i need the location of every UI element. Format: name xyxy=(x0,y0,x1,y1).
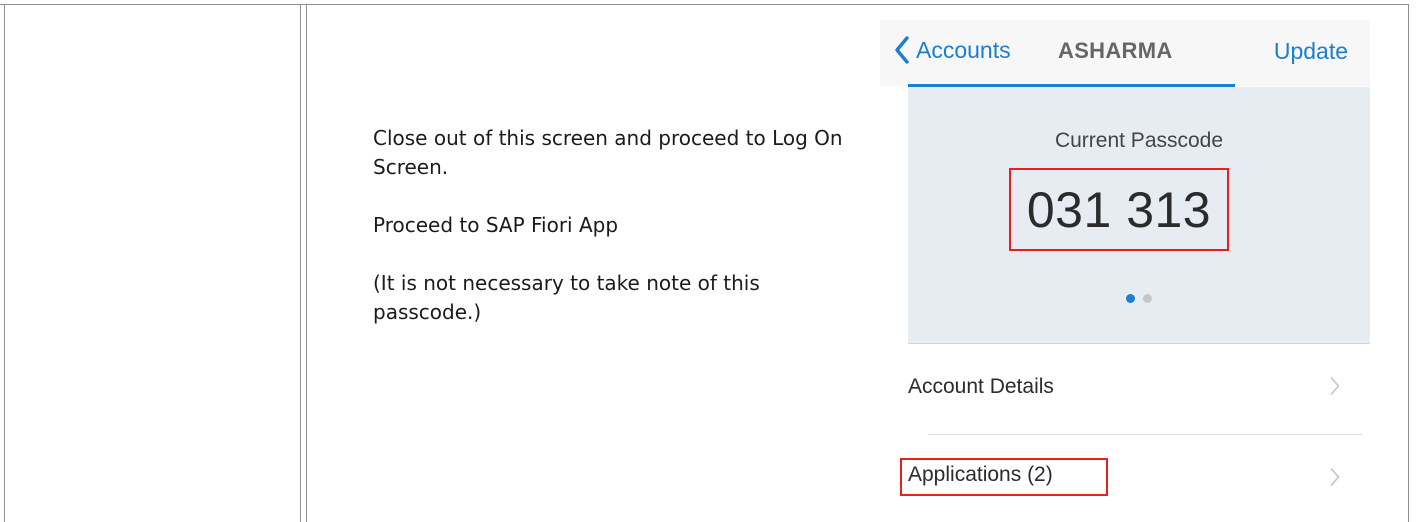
table-border-left xyxy=(4,4,5,522)
navigation-bar: Accounts ASHARMA Update xyxy=(880,20,1370,87)
instruction-text: Close out of this screen and proceed to … xyxy=(373,124,853,356)
instruction-line: Proceed to SAP Fiori App xyxy=(373,213,619,237)
table-border-top xyxy=(0,4,1409,5)
instruction-line: (It is not necessary to take note of thi… xyxy=(373,271,760,324)
chevron-left-icon xyxy=(894,36,910,64)
chevron-right-icon xyxy=(1330,376,1340,401)
table-border-right xyxy=(1408,4,1409,522)
passcode-value: 031 313 xyxy=(1026,181,1212,238)
page-indicator[interactable] xyxy=(908,294,1370,303)
list-item-account-details[interactable]: Account Details xyxy=(908,344,1370,434)
list-item-applications[interactable]: Applications (2) xyxy=(900,435,1370,522)
list-item-label: Account Details xyxy=(908,375,1054,398)
passcode-highlight: 031 313 xyxy=(1009,168,1229,251)
page-dot[interactable] xyxy=(1143,294,1152,303)
authenticator-screenshot: Accounts ASHARMA Update Current Passcode… xyxy=(880,20,1370,522)
update-button[interactable]: Update xyxy=(1274,38,1348,65)
chevron-right-icon xyxy=(1330,467,1340,492)
table-column-divider xyxy=(300,4,301,522)
instruction-line: Close out of this screen and proceed to … xyxy=(373,126,843,179)
account-title: ASHARMA xyxy=(1058,38,1173,63)
back-button-label: Accounts xyxy=(916,36,1011,63)
passcode-caption: Current Passcode xyxy=(1054,129,1224,152)
table-column-divider xyxy=(306,4,307,522)
applications-highlight xyxy=(900,458,1108,496)
page-dot-active[interactable] xyxy=(1126,294,1135,303)
back-button[interactable]: Accounts xyxy=(894,36,1011,64)
passcode-panel: Current Passcode 031 313 xyxy=(908,87,1370,344)
